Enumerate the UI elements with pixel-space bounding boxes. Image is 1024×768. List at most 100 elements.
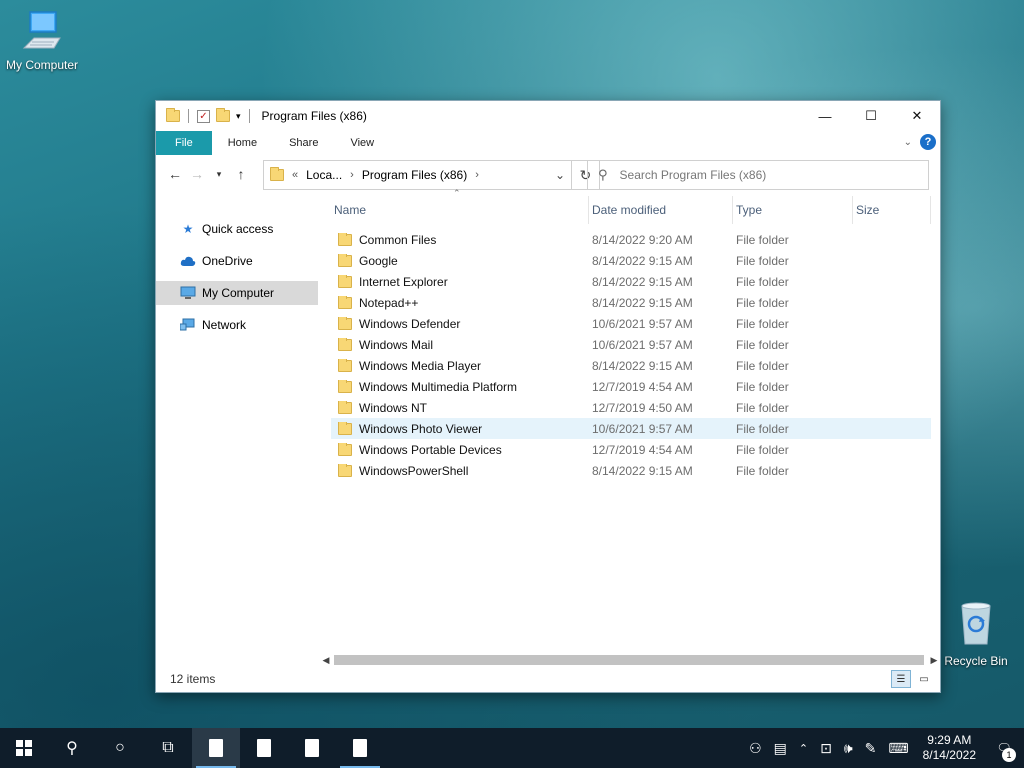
tab-home[interactable]: Home: [212, 131, 273, 155]
new-folder-icon[interactable]: [216, 108, 230, 122]
title-bar[interactable]: ✓ ▾ Program Files (x86) — ☐ ✕: [156, 101, 940, 131]
folder-icon: [338, 253, 352, 267]
folder-icon: [338, 421, 352, 435]
folder-icon: [338, 337, 352, 351]
desktop-icon-my-computer[interactable]: My Computer: [0, 8, 84, 72]
file-type: File folder: [736, 400, 789, 415]
help-icon[interactable]: ?: [920, 134, 936, 150]
column-header-date-modified[interactable]: Date modified: [589, 196, 733, 224]
back-arrow-icon[interactable]: ←: [164, 166, 186, 182]
nav-item-label: OneDrive: [202, 254, 253, 268]
notification-center-button[interactable]: 🗨 1: [984, 728, 1024, 768]
file-date: 8/14/2022 9:15 AM: [592, 295, 693, 310]
table-row-hovered[interactable]: Windows Photo Viewer 10/6/2021 9:57 AM F…: [331, 418, 931, 439]
folder-icon: [270, 167, 284, 181]
column-header-size[interactable]: Size: [853, 196, 931, 224]
recycle-bin-icon: [934, 600, 1018, 651]
table-row[interactable]: Windows Defender 10/6/2021 9:57 AM File …: [331, 313, 931, 334]
file-name: Windows NT: [359, 400, 428, 415]
forward-arrow-icon[interactable]: →: [186, 166, 208, 182]
system-tray: ⚇ ▤ ⌃ ⊡ 🕪 ✎ ⌨ 9:29 AM 8/14/2022 🗨 1: [743, 728, 1024, 768]
taskbar-app-3[interactable]: [288, 728, 336, 768]
recent-locations-icon[interactable]: ▾: [208, 169, 230, 180]
table-row[interactable]: Windows Multimedia Platform 12/7/2019 4:…: [331, 376, 931, 397]
window-title: Program Files (x86): [261, 109, 367, 123]
search-input[interactable]: ⚲ Search Program Files (x86): [587, 160, 929, 190]
start-button[interactable]: [0, 728, 48, 768]
chevron-up-icon[interactable]: ⌃: [793, 742, 814, 755]
nav-item-quick-access[interactable]: ★ Quick access: [156, 217, 318, 241]
taskbar: ⚲ ○ ⧉ ⚇ ▤ ⌃ ⊡ 🕪 ✎ ⌨ 9:29 AM 8/14/2022 🗨 …: [0, 728, 1024, 768]
table-row[interactable]: Google 8/14/2022 9:15 AM File folder: [331, 250, 931, 271]
search-button[interactable]: ⚲: [48, 728, 96, 768]
pen-icon[interactable]: ✎: [859, 740, 883, 757]
document-icon: [209, 739, 223, 757]
breadcrumb-item[interactable]: Program Files (x86): [362, 168, 467, 182]
table-row[interactable]: Notepad++ 8/14/2022 9:15 AM File folder: [331, 292, 931, 313]
chevron-right-icon[interactable]: ›: [475, 169, 479, 181]
nav-item-onedrive[interactable]: OneDrive: [156, 249, 318, 273]
file-date: 8/14/2022 9:15 AM: [592, 274, 693, 289]
taskbar-app-2[interactable]: [240, 728, 288, 768]
table-row[interactable]: Windows Portable Devices 12/7/2019 4:54 …: [331, 439, 931, 460]
chevron-down-icon[interactable]: ⌄: [549, 168, 571, 182]
table-row[interactable]: Windows NT 12/7/2019 4:50 AM File folder: [331, 397, 931, 418]
chevron-right-icon[interactable]: ›: [350, 169, 354, 181]
cortana-button[interactable]: ○: [96, 728, 144, 768]
nav-item-network[interactable]: Network: [156, 313, 318, 337]
address-bar[interactable]: « Loca... › Program Files (x86) › ⌄ ↻: [263, 160, 600, 190]
file-date: 10/6/2021 9:57 AM: [592, 421, 693, 436]
table-row[interactable]: Internet Explorer 8/14/2022 9:15 AM File…: [331, 271, 931, 292]
tab-view[interactable]: View: [334, 131, 390, 155]
properties-icon[interactable]: ✓: [197, 109, 210, 123]
minimize-button[interactable]: —: [802, 101, 848, 131]
toolbar-separator: [188, 109, 189, 123]
details-view-icon[interactable]: ☰: [891, 670, 911, 688]
scroll-track[interactable]: [334, 654, 926, 666]
network-icon: [180, 318, 196, 332]
desktop-icon-recycle-bin[interactable]: Recycle Bin: [934, 600, 1018, 668]
expand-ribbon-icon[interactable]: ⌄: [904, 137, 912, 148]
customize-toolbar-icon[interactable]: ▾: [236, 111, 241, 122]
windows-logo-icon: [16, 740, 32, 756]
maximize-button[interactable]: ☐: [848, 101, 894, 131]
up-arrow-icon[interactable]: ↑: [230, 166, 252, 182]
network-tray-icon[interactable]: ⊡: [814, 740, 838, 757]
table-row[interactable]: WindowsPowerShell 8/14/2022 9:15 AM File…: [331, 460, 931, 481]
cloud-icon: [180, 254, 196, 268]
people-icon[interactable]: ⚇: [743, 740, 768, 757]
folder-icon: [338, 274, 352, 288]
nav-item-my-computer[interactable]: My Computer: [156, 281, 318, 305]
scroll-thumb[interactable]: [334, 655, 924, 665]
file-type: File folder: [736, 379, 789, 394]
folder-icon: [338, 442, 352, 456]
task-view-button[interactable]: ⧉: [144, 728, 192, 768]
document-icon: [257, 739, 271, 757]
table-row[interactable]: Windows Media Player 8/14/2022 9:15 AM F…: [331, 355, 931, 376]
taskbar-app-1[interactable]: [192, 728, 240, 768]
table-row[interactable]: Windows Mail 10/6/2021 9:57 AM File fold…: [331, 334, 931, 355]
tab-share[interactable]: Share: [273, 131, 334, 155]
file-date: 12/7/2019 4:50 AM: [592, 400, 693, 415]
keyboard-icon[interactable]: ⌨: [882, 740, 914, 757]
toolbar-separator: [248, 109, 250, 123]
search-icon: ⚲: [66, 740, 78, 757]
nav-item-label: My Computer: [202, 286, 275, 300]
file-list: ⌃ Name Date modified Type Size Common Fi…: [331, 188, 931, 656]
taskbar-app-4[interactable]: [336, 728, 384, 768]
column-header-name[interactable]: Name: [331, 196, 589, 224]
search-placeholder: Search Program Files (x86): [619, 168, 767, 182]
clock[interactable]: 9:29 AM 8/14/2022: [915, 733, 984, 763]
large-icons-view-icon[interactable]: ▭: [914, 670, 934, 688]
tab-file[interactable]: File: [156, 131, 212, 155]
table-row[interactable]: Common Files 8/14/2022 9:20 AM File fold…: [331, 229, 931, 250]
breadcrumb-item[interactable]: Loca...: [306, 168, 342, 182]
overflow-icon[interactable]: «: [292, 169, 298, 181]
scroll-right-icon[interactable]: ▶: [926, 655, 942, 666]
search-icon: ⚲: [598, 167, 608, 182]
close-button[interactable]: ✕: [894, 101, 940, 131]
volume-icon[interactable]: 🕪: [838, 740, 859, 757]
column-header-type[interactable]: Type: [733, 196, 853, 224]
news-icon[interactable]: ▤: [768, 740, 793, 757]
scroll-left-icon[interactable]: ◀: [318, 655, 334, 666]
